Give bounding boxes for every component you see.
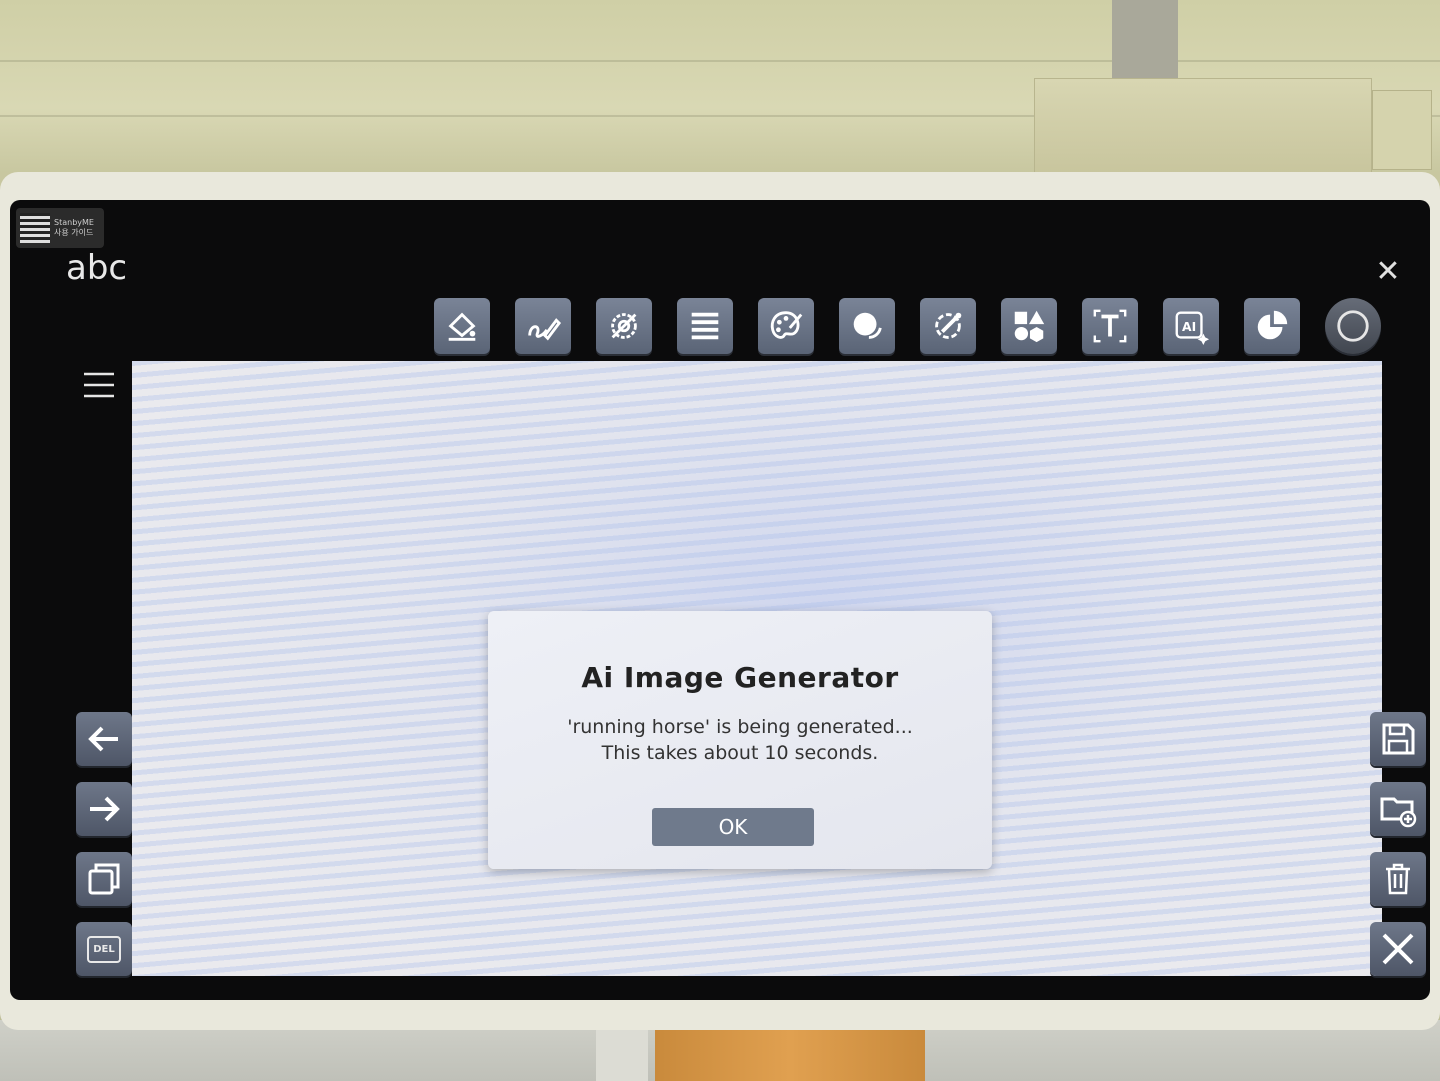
ai-generator-dialog: Ai Image Generator 'running horse' is be… [488, 611, 992, 869]
dialog-message: 'running horse' is being generated... Th… [488, 714, 992, 766]
eyedropper-icon [935, 312, 962, 339]
shapes-icon [1014, 310, 1045, 343]
left-controls: DEL [76, 712, 132, 976]
circle-button[interactable] [1325, 298, 1381, 354]
pen-button[interactable] [515, 298, 571, 354]
folder-add-icon [1380, 797, 1417, 828]
palette-button[interactable] [758, 298, 814, 354]
dialog-message-line2: This takes about 10 seconds. [601, 742, 879, 764]
paint-bucket-button[interactable] [434, 298, 490, 354]
fill-circle-icon [853, 312, 882, 339]
copy-icon [88, 863, 120, 895]
document-title: abc [66, 248, 128, 288]
guide-badge: StanbyME 사용 가이드 [16, 208, 104, 248]
undo-button[interactable] [76, 712, 132, 766]
arrow-right-icon [90, 796, 120, 822]
pen-icon [528, 318, 562, 341]
text-button[interactable] [1082, 298, 1138, 354]
close-icon [1382, 933, 1414, 965]
delete-label: DEL [87, 935, 121, 963]
text-icon [1093, 309, 1127, 343]
shapes-button[interactable] [1001, 298, 1057, 354]
lines-icon [691, 312, 719, 340]
arrow-left-icon [88, 726, 118, 752]
paint-bucket-icon [448, 312, 476, 341]
open-folder-button[interactable] [1370, 782, 1426, 836]
badge-guide: 사용 가이드 [54, 228, 94, 237]
pie-button[interactable] [1244, 298, 1300, 354]
toolbar: AI [434, 298, 1381, 354]
menu-icon[interactable] [82, 370, 116, 400]
lines-button[interactable] [677, 298, 733, 354]
circle-icon [1337, 310, 1369, 342]
fill-circle-button[interactable] [839, 298, 895, 354]
palette-icon [770, 311, 803, 339]
trash-icon [1386, 863, 1410, 895]
svg-text:AI: AI [1182, 320, 1196, 334]
dialog-title: Ai Image Generator [581, 661, 899, 694]
settings-button[interactable] [596, 298, 652, 354]
badge-brand: StanbyME [54, 218, 94, 227]
settings-icon [611, 313, 637, 339]
save-button[interactable] [1370, 712, 1426, 766]
trash-button[interactable] [1370, 852, 1426, 906]
ai-icon: AI [1175, 311, 1210, 345]
pie-icon [1257, 310, 1288, 340]
dialog-message-line1: 'running horse' is being generated... [567, 716, 913, 738]
wall-duct [1034, 78, 1372, 180]
qr-code-icon [20, 213, 50, 243]
wall-sign [1372, 90, 1432, 170]
ceiling-line [0, 60, 1440, 62]
eyedropper-button[interactable] [920, 298, 976, 354]
save-icon [1382, 723, 1415, 755]
ai-button[interactable]: AI [1163, 298, 1219, 354]
right-controls [1370, 712, 1426, 976]
ok-button[interactable]: OK [652, 808, 814, 846]
delete-button[interactable]: DEL [76, 922, 132, 976]
copy-button[interactable] [76, 852, 132, 906]
close-icon[interactable]: ✕ [1372, 256, 1404, 288]
exit-button[interactable] [1370, 922, 1426, 976]
redo-button[interactable] [76, 782, 132, 836]
